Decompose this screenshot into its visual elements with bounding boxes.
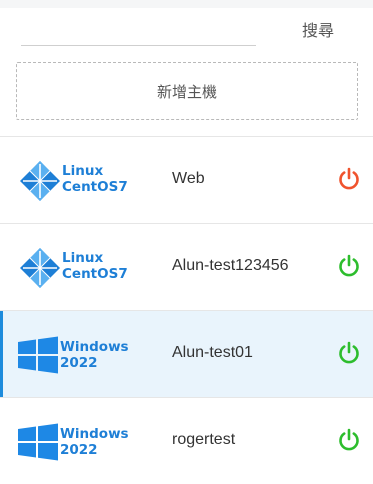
os-version: CentOS7	[62, 266, 128, 282]
power-on-icon[interactable]	[337, 341, 361, 365]
host-name: Alun-test123456	[172, 257, 289, 274]
host-name: Alun-test01	[172, 344, 253, 361]
host-name: rogertest	[172, 431, 236, 448]
os-logo: Windows 2022	[16, 334, 144, 376]
os-name: Windows	[60, 339, 129, 355]
host-name: Web	[172, 170, 205, 187]
add-host-label: 新增主機	[156, 82, 217, 101]
os-name: Linux	[62, 250, 104, 266]
host-list: Linux CentOS7 Web Linux CentOS7 Alun-tes…	[0, 136, 373, 484]
search-input[interactable]	[21, 18, 256, 46]
os-logo: Windows 2022	[16, 421, 144, 463]
windows-logo-icon	[18, 423, 58, 461]
host-row-alun-test123456[interactable]: Linux CentOS7 Alun-test123456	[0, 223, 373, 310]
search-button[interactable]: 搜尋	[290, 17, 346, 45]
windows-logo-icon	[18, 336, 58, 374]
top-strip	[0, 0, 373, 8]
add-host-button[interactable]: 新增主機	[16, 62, 358, 120]
power-on-icon[interactable]	[337, 428, 361, 452]
os-logo: Linux CentOS7	[16, 247, 144, 289]
search-bar: 搜尋	[0, 8, 373, 56]
centos-logo-icon	[20, 161, 60, 201]
os-label: Linux CentOS7	[62, 163, 128, 195]
centos-logo-icon	[20, 248, 60, 288]
os-label: Windows 2022	[60, 339, 129, 371]
os-version: 2022	[60, 442, 98, 458]
os-label: Linux CentOS7	[62, 250, 128, 282]
os-name: Windows	[60, 426, 129, 442]
host-row-rogertest[interactable]: Windows 2022 rogertest	[0, 397, 373, 484]
os-version: 2022	[60, 355, 98, 371]
power-on-icon[interactable]	[337, 254, 361, 278]
os-label: Windows 2022	[60, 426, 129, 458]
os-logo: Linux CentOS7	[16, 160, 144, 202]
os-name: Linux	[62, 163, 104, 179]
host-row-alun-test01[interactable]: Windows 2022 Alun-test01	[0, 310, 373, 397]
host-row-web[interactable]: Linux CentOS7 Web	[0, 136, 373, 223]
power-off-icon[interactable]	[337, 167, 361, 191]
os-version: CentOS7	[62, 179, 128, 195]
